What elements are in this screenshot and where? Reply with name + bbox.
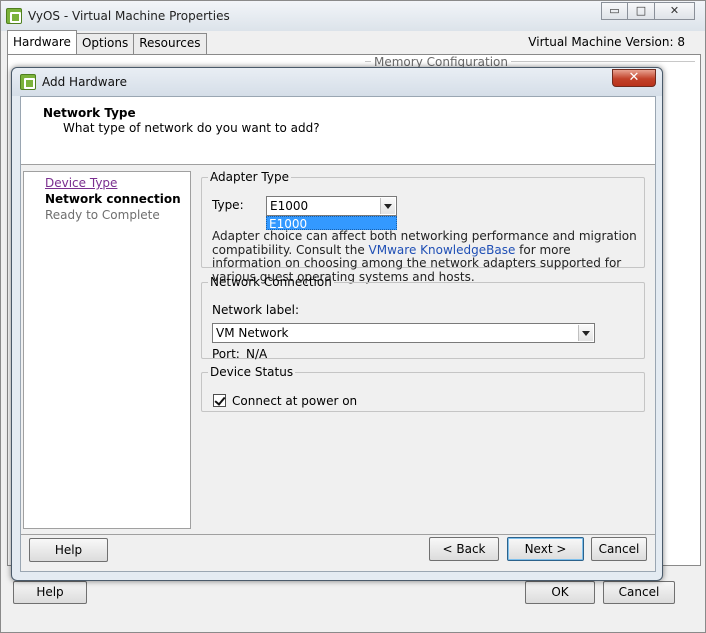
dialog-close-icon[interactable]: ✕ [612, 69, 656, 87]
wizard-footer-divider [21, 534, 655, 535]
step-ready-to-complete: Ready to Complete [45, 208, 160, 222]
vmware-knowledgebase-link[interactable]: VMware KnowledgeBase [369, 243, 516, 257]
connect-at-power-on-checkbox[interactable] [213, 394, 226, 407]
next-button[interactable]: Next > [507, 537, 584, 561]
chevron-down-icon[interactable] [578, 325, 593, 341]
window-controls: ▭ □ ✕ [601, 2, 695, 20]
port-label: Port: [212, 347, 240, 361]
port-value: N/A [246, 347, 268, 361]
minimize-icon[interactable]: ▭ [601, 2, 628, 20]
vsphere-app-icon [6, 8, 22, 24]
wizard-body: Network Type What type of network do you… [20, 96, 656, 572]
cancel-button[interactable]: Cancel [591, 537, 647, 561]
vm-cancel-button[interactable]: Cancel [603, 581, 675, 604]
tab-options[interactable]: Options [75, 33, 135, 54]
maximize-icon[interactable]: □ [628, 2, 655, 20]
add-hardware-title: Add Hardware [42, 75, 127, 89]
vm-ok-button[interactable]: OK [525, 581, 595, 604]
network-connection-legend: Network Connection [210, 275, 332, 289]
vm-version-label: Virtual Machine Version: 8 [528, 35, 685, 49]
vsphere-dialog-icon [20, 74, 36, 90]
vm-help-button[interactable]: Help [13, 581, 87, 604]
wizard-page-title: Network Type [43, 106, 136, 120]
network-label-caption: Network label: [212, 303, 299, 317]
adapter-type-selected-value: E1000 [270, 199, 309, 213]
wizard-header: Network Type What type of network do you… [21, 97, 655, 165]
wizard-steps-panel: Device Type Network connection Ready to … [23, 171, 191, 529]
adapter-type-option-e1000[interactable]: E1000 [266, 216, 397, 231]
adapter-type-legend: Adapter Type [210, 170, 289, 184]
step-network-connection: Network connection [45, 192, 181, 206]
tab-resources[interactable]: Resources [133, 33, 207, 54]
tab-hardware[interactable]: Hardware [7, 30, 77, 54]
vm-properties-tabs: Hardware Options Resources [7, 30, 207, 54]
add-hardware-dialog: Add Hardware ✕ Network Type What type of… [11, 67, 663, 581]
adapter-type-group: Adapter Type Type: E1000 E1000 Adapter c… [201, 170, 645, 283]
network-label-selected-value: VM Network [216, 326, 289, 340]
chevron-down-icon[interactable] [380, 198, 395, 214]
adapter-type-label: Type: [212, 198, 244, 212]
vm-properties-titlebar[interactable]: VyOS - Virtual Machine Properties ▭ □ ✕ [1, 1, 705, 31]
wizard-page-subtitle: What type of network do you want to add? [63, 121, 320, 135]
add-hardware-titlebar[interactable]: Add Hardware ✕ [12, 68, 662, 96]
close-icon[interactable]: ✕ [655, 2, 695, 20]
connect-at-power-on-label[interactable]: Connect at power on [232, 394, 357, 408]
step-device-type-link[interactable]: Device Type [45, 176, 117, 190]
vm-properties-title: VyOS - Virtual Machine Properties [28, 9, 230, 23]
device-status-group: Device Status Connect at power on [201, 365, 645, 412]
device-status-legend: Device Status [210, 365, 294, 379]
network-connection-group: Network Connection Network label: VM Net… [201, 275, 645, 361]
help-button[interactable]: Help [29, 538, 108, 562]
network-label-select[interactable]: VM Network [212, 323, 595, 343]
back-button[interactable]: < Back [429, 537, 499, 561]
adapter-type-select[interactable]: E1000 [266, 196, 397, 216]
